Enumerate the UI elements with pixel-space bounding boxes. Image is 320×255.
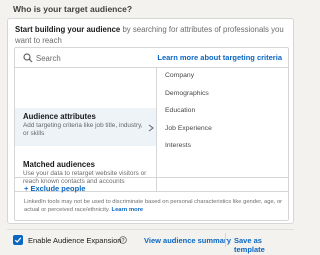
facet-education[interactable]: Education <box>165 107 287 125</box>
facet-interests[interactable]: Interests <box>165 142 287 160</box>
facet-company[interactable]: Company <box>165 72 287 90</box>
category-pane: Audience attributes Add targeting criter… <box>15 68 157 191</box>
facet-demographics[interactable]: Demographics <box>165 90 287 108</box>
save-as-template-link[interactable]: Save as template <box>234 236 294 254</box>
disclaimer-text: LinkedIn tools may not be used to discri… <box>24 199 286 214</box>
search-input[interactable] <box>36 51 146 65</box>
audience-card: Start building your audience by searchin… <box>7 18 294 224</box>
help-icon[interactable]: ? <box>119 236 127 244</box>
disclaimer-learn-more-link[interactable]: Learn more <box>112 207 144 213</box>
chevron-right-icon <box>148 124 154 132</box>
search-row: Learn more about targeting criteria <box>15 48 288 68</box>
section-title: Who is your target audience? <box>13 4 133 14</box>
audience-expansion-checkbox[interactable] <box>13 235 23 245</box>
exclude-people-button[interactable]: + Exclude people <box>24 184 85 193</box>
facet-list: Company Demographics Education Job Exper… <box>165 72 287 160</box>
footer-divider <box>225 233 226 247</box>
footer-bar: Enable Audience Expansion ? View audienc… <box>7 229 294 254</box>
intro-bold: Start building your audience <box>15 25 121 34</box>
audience-attributes-item[interactable]: Audience attributes Add targeting criter… <box>15 108 156 146</box>
view-audience-summary-link[interactable]: View audience summary <box>144 236 231 245</box>
learn-more-targeting-link[interactable]: Learn more about targeting criteria <box>157 53 282 62</box>
audience-attributes-desc: Add targeting criteria like job title, i… <box>23 122 143 137</box>
audience-expansion-label: Enable Audience Expansion <box>28 236 122 245</box>
matched-audiences-title: Matched audiences <box>23 160 95 169</box>
intro-text: Start building your audience by searchin… <box>15 25 287 46</box>
audience-attributes-title: Audience attributes <box>23 112 96 121</box>
facet-job-experience[interactable]: Job Experience <box>165 125 287 143</box>
checkmark-icon <box>14 237 22 243</box>
exclude-section: + Exclude people LinkedIn tools may not … <box>14 177 289 221</box>
disclaimer-body: LinkedIn tools may not be used to discri… <box>24 199 283 213</box>
attribute-selector: Learn more about targeting criteria Audi… <box>14 47 289 192</box>
search-icon <box>23 53 33 63</box>
